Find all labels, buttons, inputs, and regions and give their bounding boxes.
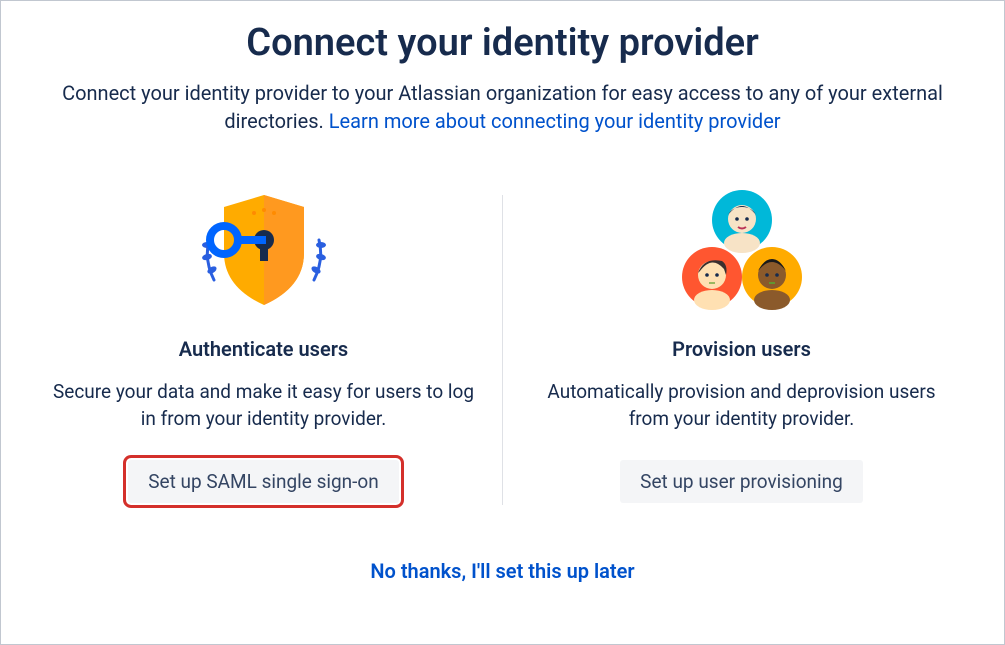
- skip-setup-link[interactable]: No thanks, I'll set this up later: [370, 559, 634, 583]
- provision-description: Automatically provision and deprovision …: [531, 379, 952, 432]
- shield-key-illustration: [174, 185, 354, 315]
- provision-column: Provision users Automatically provision …: [503, 185, 980, 505]
- page-subtitle: Connect your identity provider to your A…: [33, 79, 973, 135]
- authenticate-description: Secure your data and make it easy for us…: [53, 379, 474, 432]
- authenticate-column: Authenticate users Secure your data and …: [25, 185, 502, 505]
- authenticate-title: Authenticate users: [179, 337, 348, 361]
- provision-title: Provision users: [672, 337, 811, 361]
- identity-provider-panel: Connect your identity provider Connect y…: [0, 0, 1005, 645]
- page-title: Connect your identity provider: [246, 21, 759, 65]
- setup-provisioning-button[interactable]: Set up user provisioning: [620, 460, 863, 503]
- users-illustration: [652, 185, 832, 315]
- setup-saml-button[interactable]: Set up SAML single sign-on: [128, 460, 399, 503]
- option-columns: Authenticate users Secure your data and …: [25, 185, 980, 505]
- learn-more-link[interactable]: Learn more about connecting your identit…: [329, 109, 781, 133]
